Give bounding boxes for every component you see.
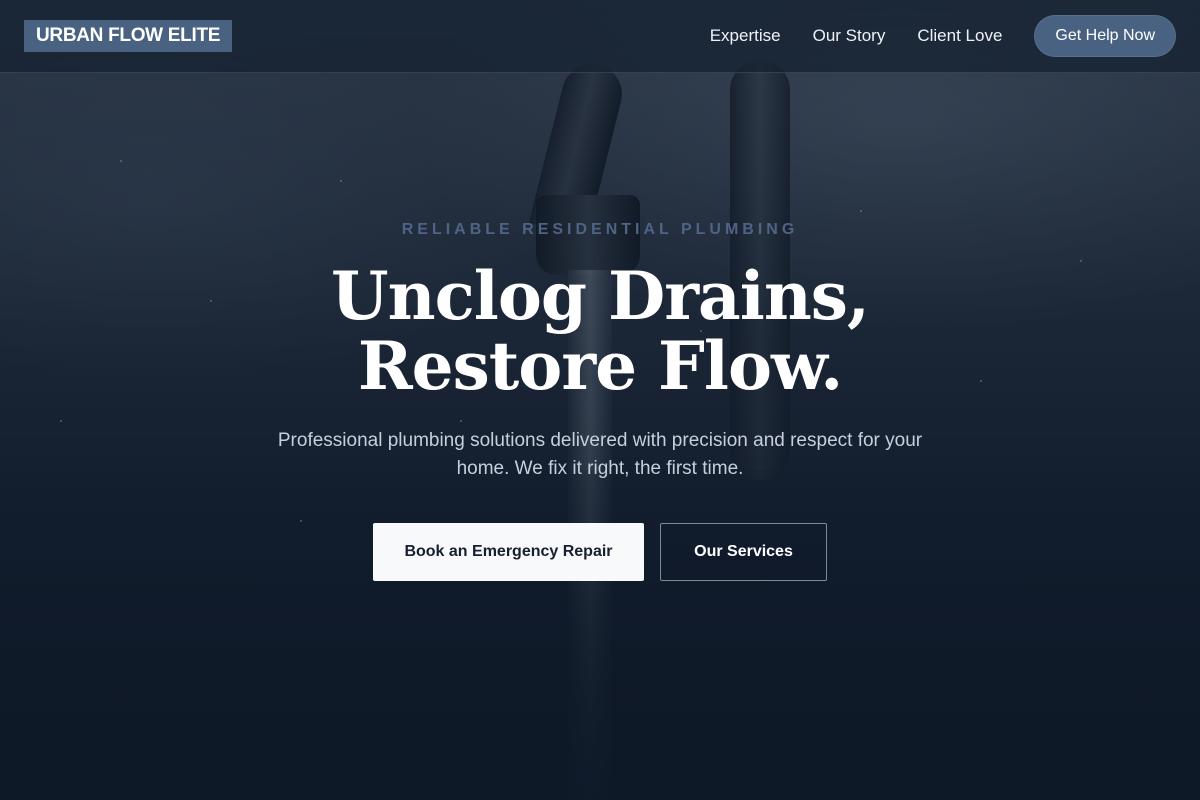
our-services-button[interactable]: Our Services xyxy=(660,523,827,581)
hero-buttons: Book an Emergency Repair Our Services xyxy=(0,523,1200,581)
hero-section: RELIABLE RESIDENTIAL PLUMBING Unclog Dra… xyxy=(0,73,1200,800)
nav-link-our-story[interactable]: Our Story xyxy=(813,26,886,46)
nav-link-expertise[interactable]: Expertise xyxy=(710,26,781,46)
main-nav: Expertise Our Story Client Love Get Help… xyxy=(710,15,1176,57)
hero-subtext: Professional plumbing solutions delivere… xyxy=(277,430,923,479)
hero-headline: Unclog Drains, Restore Flow. xyxy=(0,261,1200,401)
site-header: URBAN FLOW ELITE Expertise Our Story Cli… xyxy=(0,0,1200,73)
hero-eyebrow: RELIABLE RESIDENTIAL PLUMBING xyxy=(401,221,799,238)
get-help-now-button[interactable]: Get Help Now xyxy=(1034,15,1176,57)
hero-headline-line-1: Unclog Drains, xyxy=(331,257,870,335)
book-emergency-repair-button[interactable]: Book an Emergency Repair xyxy=(373,523,644,581)
logo[interactable]: URBAN FLOW ELITE xyxy=(24,20,233,52)
hero-headline-line-2: Restore Flow. xyxy=(357,327,843,405)
nav-link-client-love[interactable]: Client Love xyxy=(917,26,1002,46)
